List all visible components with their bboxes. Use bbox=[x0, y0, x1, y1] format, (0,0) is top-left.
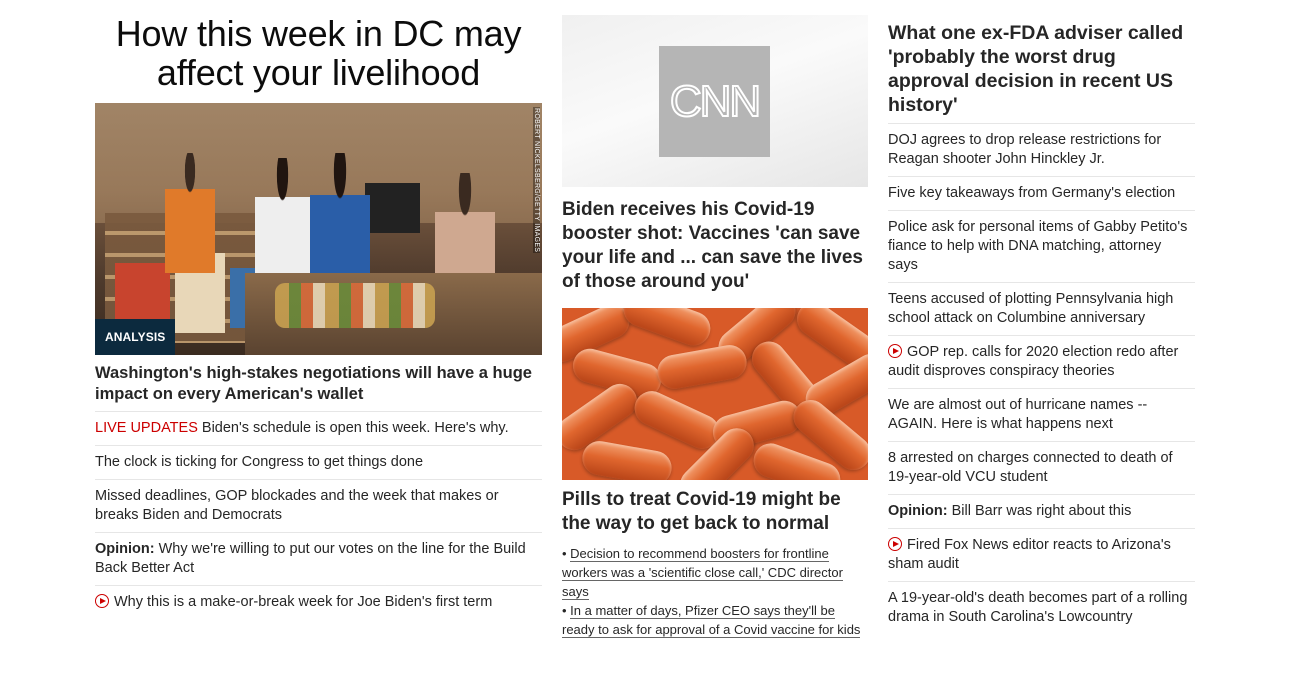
pills-story-title[interactable]: Pills to treat Covid-19 might be the way… bbox=[562, 488, 868, 536]
list-item[interactable]: • Decision to recommend boosters for fro… bbox=[562, 544, 868, 601]
pill bbox=[629, 385, 725, 455]
list-item[interactable]: Opinion: Bill Barr was right about this bbox=[888, 495, 1195, 529]
opinion-label: Opinion: bbox=[95, 541, 155, 557]
play-video-icon bbox=[888, 537, 902, 551]
list-item-text: In a matter of days, Pfizer CEO says the… bbox=[562, 603, 861, 638]
list-item-text: Decision to recommend boosters for front… bbox=[562, 546, 843, 600]
right-story-list: DOJ agrees to drop release restrictions … bbox=[888, 124, 1195, 634]
list-item-text: Bill Barr was right about this bbox=[951, 503, 1132, 519]
cnn-logo-text: CNN bbox=[669, 76, 762, 127]
list-item[interactable]: Police ask for personal items of Gabby P… bbox=[888, 211, 1195, 283]
analysis-badge: ANALYSIS bbox=[95, 319, 176, 355]
hero-groceries bbox=[275, 283, 435, 328]
list-item[interactable]: • In a matter of days, Pfizer CEO says t… bbox=[562, 601, 868, 639]
list-item-text: 8 arrested on charges connected to death… bbox=[888, 450, 1173, 485]
pill bbox=[579, 438, 675, 480]
list-item[interactable]: LIVE UPDATES Biden's schedule is open th… bbox=[95, 412, 542, 446]
list-item[interactable]: A 19-year-old's death becomes part of a … bbox=[888, 582, 1195, 634]
list-item[interactable]: Five key takeaways from Germany's electi… bbox=[888, 177, 1195, 211]
booster-story-title[interactable]: Biden receives his Covid-19 booster shot… bbox=[562, 198, 868, 294]
hero-register bbox=[365, 183, 420, 233]
list-item-text: DOJ agrees to drop release restrictions … bbox=[888, 132, 1162, 167]
list-item-text: Fired Fox News editor reacts to Arizona'… bbox=[888, 537, 1171, 572]
list-item-text: Teens accused of plotting Pennsylvania h… bbox=[888, 291, 1174, 326]
list-item-text: GOP rep. calls for 2020 election redo af… bbox=[888, 344, 1179, 379]
hero-person bbox=[165, 153, 215, 273]
list-item-text: Why this is a make-or-break week for Joe… bbox=[114, 594, 493, 610]
play-video-icon bbox=[95, 594, 109, 608]
list-item[interactable]: GOP rep. calls for 2020 election redo af… bbox=[888, 336, 1195, 389]
list-item[interactable]: Missed deadlines, GOP blockades and the … bbox=[95, 480, 542, 533]
list-item[interactable]: 8 arrested on charges connected to death… bbox=[888, 442, 1195, 495]
list-item-text: A 19-year-old's death becomes part of a … bbox=[888, 590, 1188, 625]
list-item[interactable]: The clock is ticking for Congress to get… bbox=[95, 446, 542, 480]
list-item-text: Five key takeaways from Germany's electi… bbox=[888, 185, 1176, 201]
list-item[interactable]: Why this is a make-or-break week for Joe… bbox=[95, 586, 542, 619]
list-item-text: Police ask for personal items of Gabby P… bbox=[888, 219, 1188, 273]
list-item[interactable]: Opinion: Why we're willing to put our vo… bbox=[95, 533, 542, 586]
list-item[interactable]: Fired Fox News editor reacts to Arizona'… bbox=[888, 529, 1195, 582]
opinion-label: Opinion: bbox=[888, 503, 948, 519]
list-item[interactable]: Teens accused of plotting Pennsylvania h… bbox=[888, 283, 1195, 336]
lead-story-title[interactable]: Washington's high-stakes negotiations wi… bbox=[95, 363, 542, 412]
cnn-placeholder-image[interactable]: CNN bbox=[562, 15, 868, 187]
live-updates-label: LIVE UPDATES bbox=[95, 420, 198, 436]
pills-image[interactable] bbox=[562, 308, 868, 480]
play-video-icon bbox=[888, 344, 902, 358]
list-item-text: Biden's schedule is open this week. Here… bbox=[201, 420, 509, 436]
right-column: What one ex-FDA adviser called 'probably… bbox=[888, 0, 1195, 634]
list-item[interactable]: DOJ agrees to drop release restrictions … bbox=[888, 124, 1195, 177]
cnn-logo: CNN bbox=[659, 46, 770, 157]
photo-credit: ROBERT NICKELSBERG/GETTY IMAGES bbox=[533, 107, 540, 254]
left-story-list: LIVE UPDATES Biden's schedule is open th… bbox=[95, 412, 542, 619]
list-item-text: We are almost out of hurricane names -- … bbox=[888, 397, 1148, 432]
list-item[interactable]: We are almost out of hurricane names -- … bbox=[888, 389, 1195, 442]
pill bbox=[618, 308, 716, 351]
list-item-text: The clock is ticking for Congress to get… bbox=[95, 454, 424, 470]
list-item-text: Missed deadlines, GOP blockades and the … bbox=[95, 488, 499, 523]
pills-related-list: • Decision to recommend boosters for fro… bbox=[562, 544, 868, 639]
pill bbox=[654, 342, 750, 392]
middle-column: CNN Biden receives his Covid-19 booster … bbox=[562, 0, 868, 639]
left-column: How this week in DC may affect your live… bbox=[95, 0, 542, 619]
hero-image[interactable]: ROBERT NICKELSBERG/GETTY IMAGES ANALYSIS bbox=[95, 103, 542, 355]
list-item-text: Why we're willing to put our votes on th… bbox=[95, 541, 526, 576]
fda-story-title[interactable]: What one ex-FDA adviser called 'probably… bbox=[888, 21, 1195, 124]
section-headline[interactable]: How this week in DC may affect your live… bbox=[95, 14, 542, 92]
